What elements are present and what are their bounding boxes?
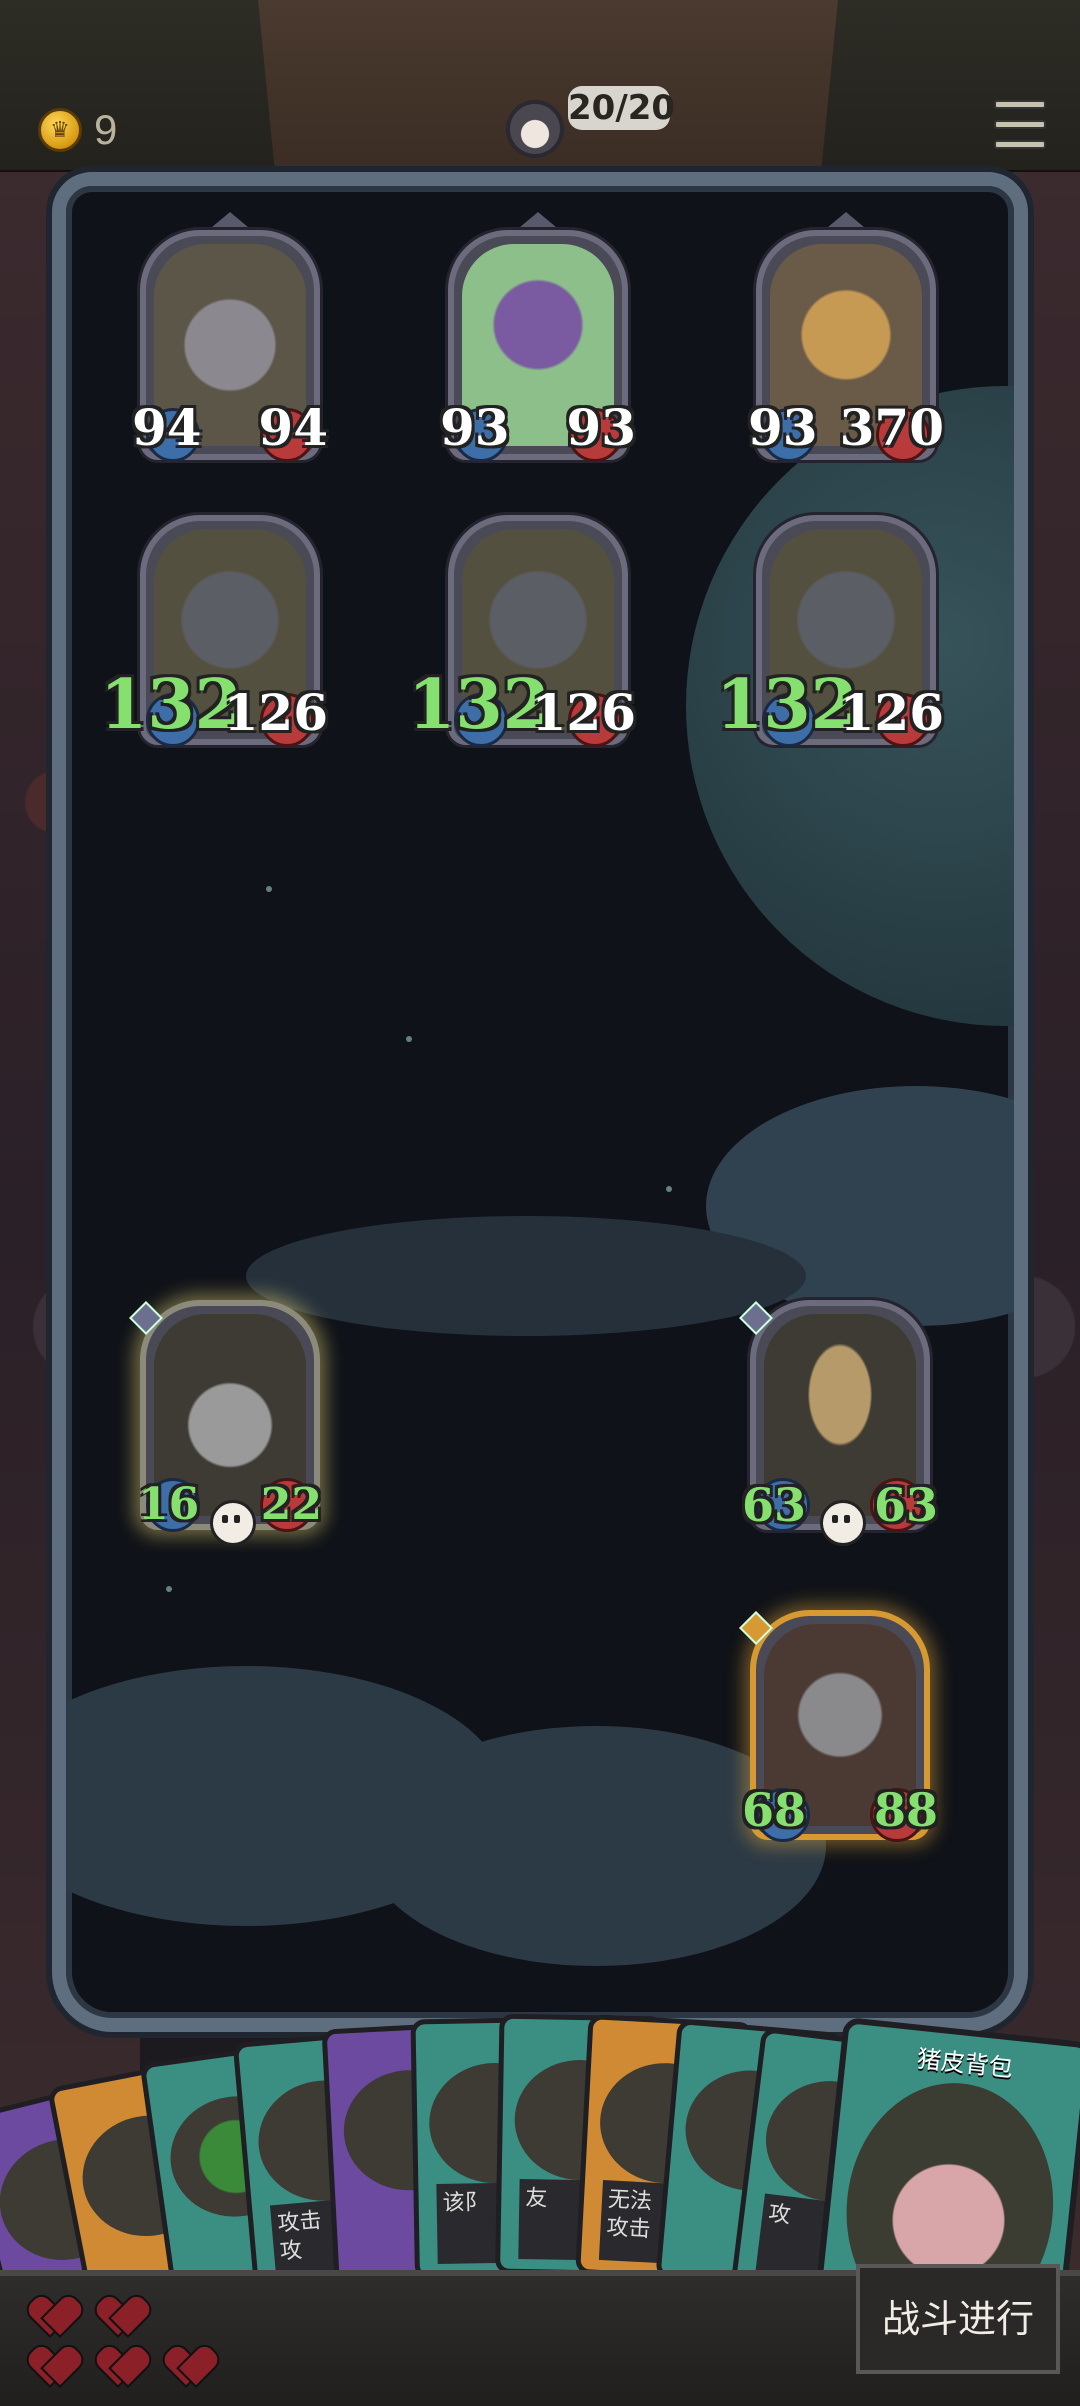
card-title: 猪皮背包 [915,2044,1015,2083]
ally-card-bell-robot[interactable]: 16 22 [129,1300,322,1550]
player-avatar[interactable] [506,100,564,158]
enemy-health: 370 [839,398,944,457]
ally-card-knight[interactable]: 68 88 [739,1610,938,1860]
enemy-attack: 132 [716,665,858,745]
ally-attack: 63 [742,1478,807,1532]
heart-icon [168,2348,212,2388]
ally-attack: 16 [138,1479,200,1530]
enemy-card-witch[interactable]: 93 93 [440,212,636,480]
heart-icon [100,2348,144,2388]
enemy-attack: 132 [408,665,550,745]
enemy-card-slime[interactable]: 94 94 [132,212,328,480]
crown-coin-icon: ♛ [38,108,82,152]
menu-icon [994,100,1046,109]
menu-button[interactable] [994,100,1046,152]
ally-health: 22 [260,1479,322,1530]
enemy-health: 126 [531,683,636,742]
enemy-card-wolf[interactable]: 132 126 [408,515,636,765]
battle-start-button[interactable]: 战斗进行 [856,2264,1060,2374]
enemy-health: 126 [223,683,328,742]
skull-icon [820,1500,866,1546]
ally-health: 63 [873,1478,938,1532]
heart-icon [32,2298,76,2338]
enemy-health: 94 [258,398,328,457]
enemy-card-wolf[interactable]: 132 126 [100,515,328,765]
enemy-health: 126 [839,683,944,742]
enemy-card-wolf[interactable]: 132 126 [716,515,944,765]
enemy-health: 93 [566,398,636,457]
player-hp: 20/20 [568,86,676,130]
heart-icon [32,2348,76,2388]
skull-icon [210,1500,256,1546]
coin-count: 9 [94,106,118,153]
ally-health: 88 [873,1783,938,1837]
heart-icon [100,2298,144,2338]
enemy-attack: 93 [440,398,510,457]
lives-display [20,2290,220,2390]
ally-attack: 68 [742,1783,807,1837]
ally-card-airship[interactable]: 63 63 [739,1300,938,1550]
enemy-card-ogre[interactable]: 93 370 [748,212,944,480]
enemy-attack: 93 [748,398,818,457]
enemy-attack: 94 [132,398,202,457]
enemy-attack: 132 [100,665,242,745]
